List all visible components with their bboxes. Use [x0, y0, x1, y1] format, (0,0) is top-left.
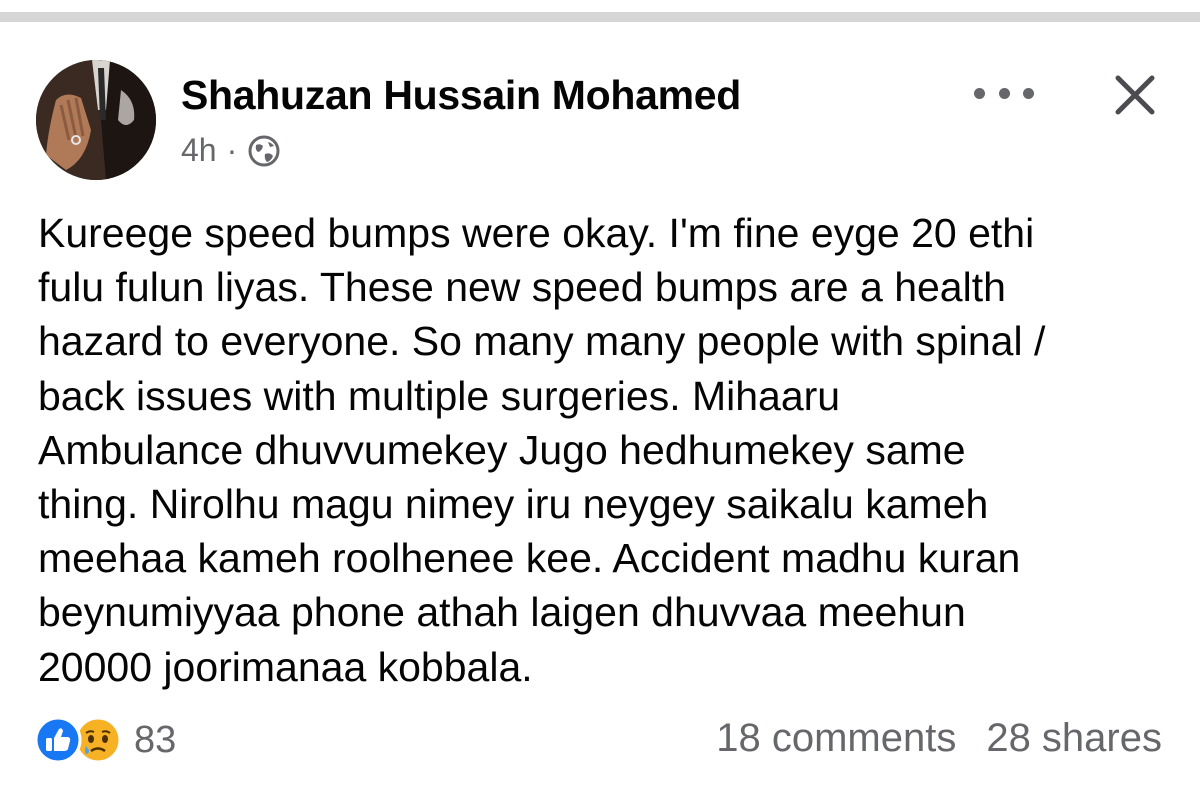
top-bar-edge — [0, 0, 1200, 12]
post-text: Kureege speed bumps were okay. I'm fine … — [38, 210, 1046, 690]
close-button[interactable] — [1110, 70, 1160, 120]
close-icon — [1115, 75, 1155, 115]
reactions-summary[interactable]: 83 — [34, 716, 176, 764]
more-icon-dot — [998, 87, 1010, 99]
avatar[interactable] — [36, 60, 156, 180]
post-time[interactable]: 4h — [181, 132, 217, 169]
globe-icon[interactable] — [247, 134, 281, 168]
post-meta: 4h · — [181, 132, 281, 169]
more-icon-dot — [1023, 87, 1034, 99]
meta-separator: · — [226, 132, 238, 168]
like-icon — [34, 716, 82, 764]
avatar-photo — [36, 60, 156, 180]
author-name[interactable]: Shahuzan Hussain Mohamed — [181, 72, 741, 119]
reaction-count: 83 — [134, 718, 177, 761]
comments-count[interactable]: 18 comments — [716, 716, 956, 761]
more-icon — [974, 87, 985, 99]
shares-count[interactable]: 28 shares — [986, 716, 1162, 761]
more-button[interactable] — [974, 78, 1034, 108]
engagement-counts: 18 comments 28 shares — [716, 716, 1162, 761]
